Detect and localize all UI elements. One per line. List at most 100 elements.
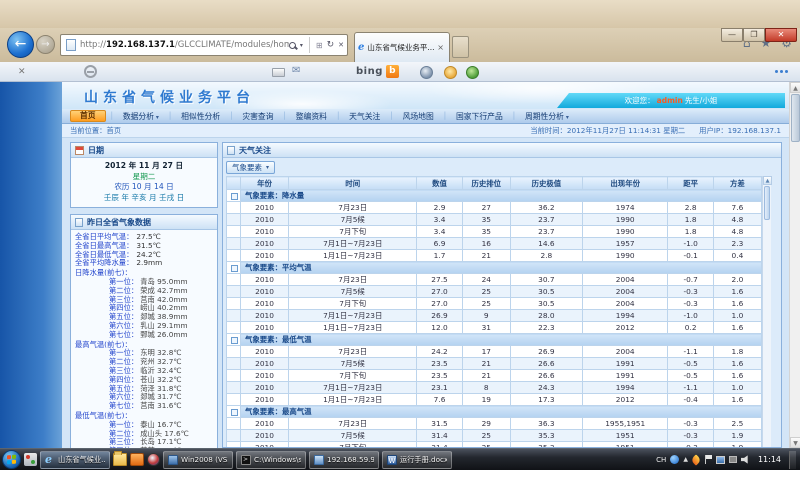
start-button[interactable]: [2, 450, 21, 469]
volume-icon[interactable]: [741, 455, 750, 464]
explorer-folder-icon[interactable]: [113, 453, 127, 466]
show-desktop-button[interactable]: [789, 451, 796, 469]
toolbar-close-icon[interactable]: ✕: [18, 67, 26, 77]
forward-button[interactable]: →: [36, 35, 55, 54]
tab-close-icon[interactable]: ×: [435, 43, 446, 52]
table-cell: 1957: [582, 238, 668, 250]
disc-icon[interactable]: [420, 66, 433, 79]
table-cell: 23.5: [417, 370, 462, 382]
table-row[interactable]: 20107月1日~7月23日23.1824.31994-1.11.0: [227, 382, 762, 394]
expand-checkbox[interactable]: [231, 193, 238, 200]
clock[interactable]: 11:14: [758, 455, 781, 464]
taskbar-button-3[interactable]: 运行手册.docx -...: [382, 451, 452, 469]
browser-scrollbar[interactable]: ▲ ▼: [789, 82, 800, 448]
input-language-indicator[interactable]: CH: [656, 456, 666, 464]
expand-checkbox[interactable]: [231, 337, 238, 344]
window-titlebar[interactable]: [0, 0, 800, 28]
bing-toolbar-logo[interactable]: bing b: [356, 65, 399, 78]
nav-item-5[interactable]: 天气关注: [340, 111, 389, 122]
nav-item-2[interactable]: 相似性分析: [172, 111, 229, 122]
address-bar[interactable]: http://192.168.137.1/GLCCLIMATE/modules/…: [60, 34, 348, 56]
close-button[interactable]: ✕: [765, 28, 797, 42]
column-header[interactable]: 数值: [417, 177, 462, 190]
stop-icon[interactable]: ✕: [338, 41, 344, 49]
nav-item-7[interactable]: 国家下行产品: [447, 111, 512, 122]
scroll-thumb[interactable]: [764, 186, 770, 220]
minimize-button[interactable]: —: [721, 28, 743, 42]
action-center-flag-icon[interactable]: [704, 455, 712, 464]
scroll-down-icon[interactable]: ▼: [790, 437, 800, 448]
back-button[interactable]: ←: [7, 31, 34, 58]
table-row[interactable]: 20107月5候23.52126.61991-0.51.6: [227, 358, 762, 370]
network-icon[interactable]: [716, 456, 725, 464]
nav-item-0[interactable]: 首页: [70, 110, 106, 122]
table-row[interactable]: 20107月5候3.43523.719901.84.8: [227, 214, 762, 226]
blocked-addon-icon[interactable]: [84, 65, 97, 78]
media-player-icon[interactable]: [147, 453, 160, 466]
table-cell: 23.7: [510, 214, 582, 226]
nav-item-6[interactable]: 风场地图: [394, 111, 443, 122]
maximize-button[interactable]: ❐: [743, 28, 765, 42]
sparkle-icon[interactable]: [444, 66, 457, 79]
table-cell: 14.6: [510, 238, 582, 250]
usb-icon[interactable]: [729, 456, 737, 463]
table-cell: 1.6: [713, 322, 761, 334]
nav-item-8[interactable]: 周期性分析 ▾: [516, 111, 578, 122]
expand-checkbox[interactable]: [231, 265, 238, 272]
scroll-up-icon[interactable]: ▲: [790, 82, 800, 93]
pinned-app-icon[interactable]: [130, 453, 144, 466]
table-row[interactable]: 20107月23日27.52430.72004-0.72.0: [227, 274, 762, 286]
table-row[interactable]: 20107月23日24.21726.92004-1.11.8: [227, 346, 762, 358]
envelope-icon[interactable]: ✉: [292, 65, 300, 76]
group-header-row[interactable]: 气象要素：降水量: [227, 190, 762, 202]
expand-checkbox[interactable]: [231, 409, 238, 416]
table-row[interactable]: 20107月1日~7月23日6.91614.61957-1.02.3: [227, 238, 762, 250]
flash-icon[interactable]: [690, 454, 701, 465]
table-row[interactable]: 20107月5候31.42535.31951-0.31.9: [227, 430, 762, 442]
more-options-icon[interactable]: [775, 70, 788, 73]
table-row[interactable]: 20101月1日~7月23日7.61917.32012-0.41.6: [227, 394, 762, 406]
table-row[interactable]: 20101月1日~7月23日12.03122.320120.21.6: [227, 322, 762, 334]
column-header[interactable]: 出现年份: [582, 177, 668, 190]
antivirus-icon[interactable]: [670, 455, 679, 464]
clover-icon[interactable]: [466, 66, 479, 79]
table-row[interactable]: 20107月下旬23.52126.61991-0.51.6: [227, 370, 762, 382]
chevron-down-icon[interactable]: ▾: [300, 42, 303, 49]
table-row[interactable]: 20107月1日~7月23日26.9928.01994-1.01.0: [227, 310, 762, 322]
table-row[interactable]: 20107月5候27.02530.52004-0.31.6: [227, 286, 762, 298]
refresh-icon[interactable]: ↻: [327, 40, 335, 50]
column-header[interactable]: 距平: [668, 177, 713, 190]
table-row[interactable]: 20107月下旬27.02530.52004-0.31.6: [227, 298, 762, 310]
tray-app-icon[interactable]: [24, 453, 37, 466]
column-header[interactable]: 历史排位: [462, 177, 510, 190]
column-header[interactable]: 历史极值: [510, 177, 582, 190]
table-row[interactable]: 20107月23日2.92736.219742.87.6: [227, 202, 762, 214]
group-header-row[interactable]: 气象要素：平均气温: [227, 262, 762, 274]
column-header[interactable]: 年份: [241, 177, 289, 190]
compatibility-view-icon[interactable]: ⊞: [316, 41, 323, 50]
taskbar-ie-button[interactable]: e 山东省气候业...: [40, 451, 110, 469]
table-row[interactable]: 20107月23日31.52936.31955,1951-0.32.5: [227, 418, 762, 430]
browser-tab[interactable]: e 山东省气候业务平... ×: [354, 32, 450, 62]
table-row[interactable]: 20107月下旬3.43523.719901.84.8: [227, 226, 762, 238]
nav-item-4[interactable]: 整编资料: [287, 111, 336, 122]
column-header[interactable]: 时间: [289, 177, 417, 190]
nav-item-3[interactable]: 灾害查询: [233, 111, 282, 122]
search-icon[interactable]: [289, 42, 296, 49]
new-tab-button[interactable]: [452, 36, 469, 58]
taskbar-button-2[interactable]: 192.168.59.99...: [309, 451, 379, 469]
group-header-row[interactable]: 气象要素：最低气温: [227, 334, 762, 346]
scroll-up-icon[interactable]: ▲: [763, 176, 772, 185]
group-header-row[interactable]: 气象要素：最高气温: [227, 406, 762, 418]
url-text[interactable]: http://192.168.137.1/GLCCLIMATE/modules/…: [80, 40, 289, 50]
card-icon[interactable]: [272, 68, 285, 77]
panel-scrollbar[interactable]: ▲: [762, 176, 771, 448]
hidden-icons-arrow[interactable]: ▲: [683, 456, 688, 463]
nav-item-1[interactable]: 数据分析 ▾: [114, 111, 168, 122]
table-row[interactable]: 20101月1日~7月23日1.7212.81990-0.10.4: [227, 250, 762, 262]
element-filter-button[interactable]: 气象要素 ▾: [226, 161, 275, 174]
taskbar-button-0[interactable]: Win2008 (VS2...: [163, 451, 233, 469]
column-header[interactable]: 方差: [713, 177, 761, 190]
taskbar-button-1[interactable]: C:\Windows\s...: [236, 451, 306, 469]
scroll-thumb[interactable]: [791, 94, 800, 142]
